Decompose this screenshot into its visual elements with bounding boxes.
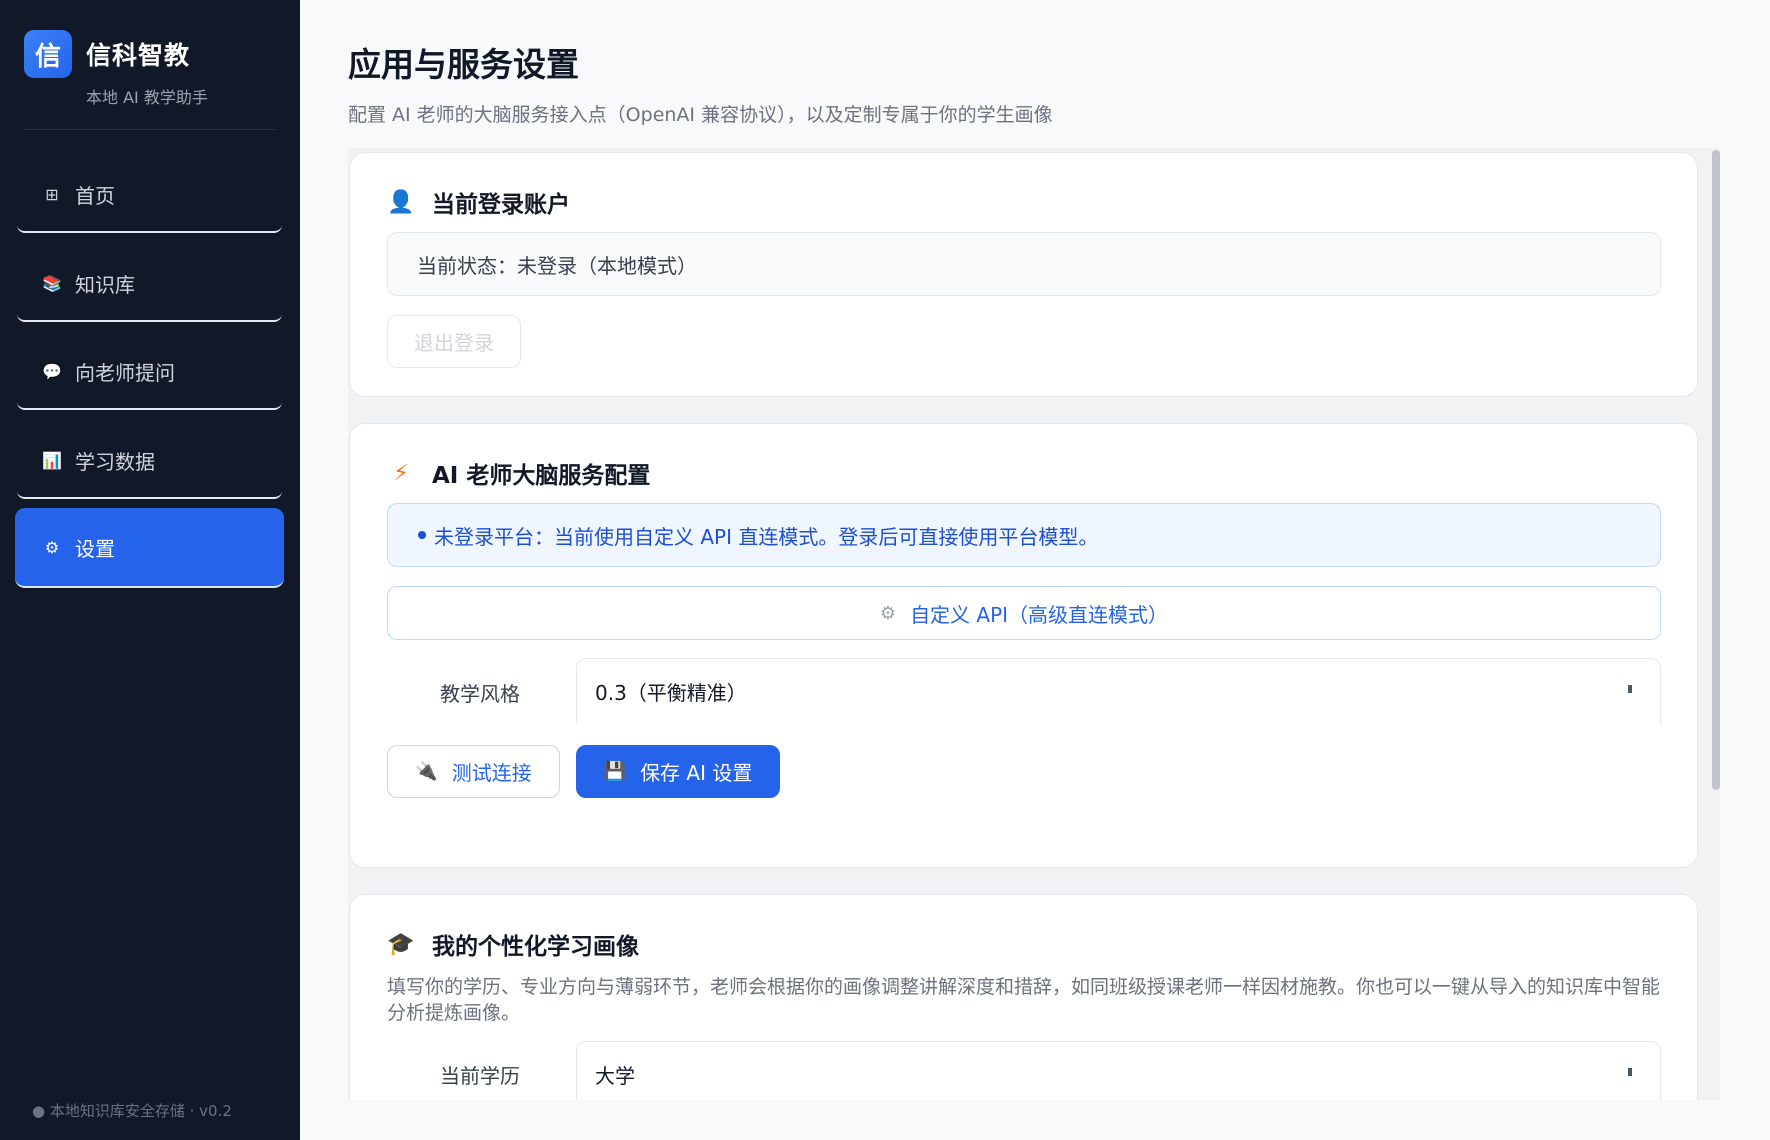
platform-notice: 未登录平台：当前使用自定义 API 直连模式。登录后可直接使用平台模型。: [387, 503, 1661, 567]
ai-card-title: AI 老师大脑服务配置: [432, 463, 651, 489]
brand-divider: [24, 129, 276, 130]
sidebar-item-label: 知识库: [75, 272, 135, 297]
ai-config-card: ⚡ AI 老师大脑服务配置 未登录平台：当前使用自定义 API 直连模式。登录后…: [349, 423, 1698, 868]
profile-description: 填写你的学历、专业方向与薄弱环节，老师会根据你的画像调整讲解深度和措辞，如同班级…: [387, 976, 1661, 1024]
sidebar-item-label: 首页: [75, 183, 115, 208]
graduation-cap-icon: 🎓: [387, 931, 415, 957]
card-title: 👤 当前登录账户: [387, 185, 570, 219]
custom-api-mode-button[interactable]: ⚙ 自定义 API（高级直连模式）: [387, 586, 1661, 640]
account-card-title: 当前登录账户: [432, 192, 570, 218]
education-label: 当前学历: [440, 1064, 520, 1088]
learning-profile-card: 🎓 我的个性化学习画像 填写你的学历、专业方向与薄弱环节，老师会根据你的画像调整…: [349, 894, 1698, 1100]
plug-icon: 🔌: [415, 761, 438, 782]
page-description: 配置 AI 老师的大脑服务接入点（OpenAI 兼容协议），以及定制专属于你的学…: [348, 104, 1053, 126]
sidebar-item-settings[interactable]: ⚙ 设置: [15, 508, 284, 588]
teaching-style-select[interactable]: 0.3（平衡精准）: [576, 658, 1661, 724]
button-label: 测试连接: [451, 761, 532, 785]
sidebar-item-home[interactable]: ⊞ 首页: [17, 157, 282, 233]
education-select[interactable]: 大学: [576, 1041, 1661, 1100]
settings-scroll-area[interactable]: 👤 当前登录账户 当前状态：未登录（本地模式） 退出登录 ⚡ AI 老师大脑服务…: [348, 148, 1718, 1100]
sidebar-item-label: 向老师提问: [75, 360, 175, 385]
books-icon: 📚: [42, 273, 62, 293]
user-icon: 👤: [387, 189, 415, 215]
notice-dot-icon: [418, 531, 426, 539]
storage-status: ● 本地知识库安全存储 · v0.2: [32, 1102, 232, 1120]
teaching-style-label: 教学风格: [440, 682, 520, 706]
card-title: ⚡ AI 老师大脑服务配置: [388, 456, 650, 490]
login-status: 当前状态：未登录（本地模式）: [387, 232, 1661, 296]
sidebar-item-knowledge-base[interactable]: 📚 知识库: [17, 246, 282, 322]
app-subtitle: 本地 AI 教学助手: [86, 88, 208, 107]
chevron-down-icon: [1628, 1068, 1632, 1076]
scrollbar-thumb[interactable]: [1712, 150, 1720, 790]
chevron-down-icon: [1628, 685, 1632, 693]
account-card: 👤 当前登录账户 当前状态：未登录（本地模式） 退出登录: [349, 152, 1698, 397]
select-value: 大学: [595, 1064, 635, 1088]
main-content: 应用与服务设置 配置 AI 老师的大脑服务接入点（OpenAI 兼容协议），以及…: [300, 0, 1770, 1140]
card-title: 🎓 我的个性化学习画像: [387, 927, 639, 961]
logout-button[interactable]: 退出登录: [387, 315, 521, 368]
notice-text: 未登录平台：当前使用自定义 API 直连模式。登录后可直接使用平台模型。: [434, 524, 1099, 549]
sidebar: 信 信科智教 本地 AI 教学助手 ⊞ 首页 📚 知识库 💬 向老师提问 📊 学…: [0, 0, 300, 1140]
app-logo: 信: [24, 30, 72, 78]
brand: 信 信科智教: [24, 30, 190, 78]
profile-card-title: 我的个性化学习画像: [432, 934, 639, 960]
test-connection-button[interactable]: 🔌 测试连接: [387, 745, 560, 798]
page-title: 应用与服务设置: [348, 45, 579, 84]
bar-chart-icon: 📊: [42, 450, 62, 470]
floppy-disk-icon: 💾: [603, 761, 627, 782]
speech-bubble-icon: 💬: [42, 361, 62, 381]
gear-icon: ⚙: [879, 602, 897, 624]
sidebar-item-label: 学习数据: [75, 449, 155, 474]
button-label: 保存 AI 设置: [640, 761, 753, 785]
grid-icon: ⊞: [45, 184, 59, 204]
select-value: 0.3（平衡精准）: [595, 681, 747, 705]
app-name: 信科智教: [86, 41, 191, 70]
lightning-icon: ⚡: [393, 460, 409, 486]
sidebar-item-ask-teacher[interactable]: 💬 向老师提问: [17, 334, 282, 410]
gear-icon: ⚙: [44, 537, 60, 557]
sidebar-item-learning-data[interactable]: 📊 学习数据: [17, 423, 282, 499]
mode-label: 自定义 API（高级直连模式）: [910, 602, 1169, 627]
save-ai-settings-button[interactable]: 💾 保存 AI 设置: [576, 745, 780, 798]
sidebar-item-label: 设置: [75, 536, 115, 561]
